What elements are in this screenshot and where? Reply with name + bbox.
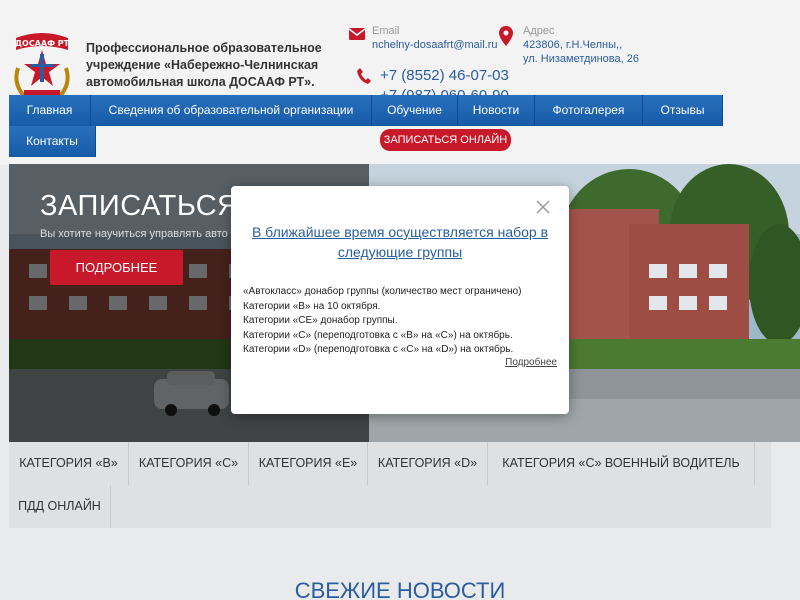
address-line-1: 423806, г.Н.Челны,, <box>523 39 623 51</box>
nav-item-home[interactable]: Главная <box>9 95 91 126</box>
envelope-icon <box>348 27 366 40</box>
popup-line: «Автокласс» донабор группы (количество м… <box>243 286 522 297</box>
signup-online-button[interactable]: ЗАПИСАТЬСЯ ОНЛАЙН <box>380 129 511 151</box>
category-menu: КАТЕГОРИЯ «B» КАТЕГОРИЯ «C» КАТЕГОРИЯ «E… <box>9 442 771 528</box>
popup-line: Категории «D» (переподготовка с «С» на «… <box>243 344 514 355</box>
email-label: Email <box>372 25 400 37</box>
nav-item-contacts[interactable]: Контакты <box>9 126 96 157</box>
nav-item-info[interactable]: Сведения об образовательной организации <box>91 95 372 126</box>
hero-subtitle: Вы хотите научиться управлять авто <box>40 228 228 240</box>
phone-number-1[interactable]: +7 (8552) 46-07-03 <box>380 67 509 84</box>
category-d-link[interactable]: КАТЕГОРИЯ «D» <box>368 442 488 485</box>
popup-line: Категории «СЕ» донабор группы. <box>243 315 398 326</box>
address-label: Адрес <box>523 25 555 37</box>
popup-line: Категории «В» на 10 октября. <box>243 300 381 312</box>
hero-more-button[interactable]: ПОДРОБНЕЕ <box>50 250 183 285</box>
popup-more-link[interactable]: Подробнее <box>505 357 557 368</box>
popup-body: «Автокласс» донабор группы (количество м… <box>243 285 563 358</box>
category-c-link[interactable]: КАТЕГОРИЯ «C» <box>129 442 249 485</box>
popup-line: Категории «С» (переподготовка с «В» на «… <box>243 329 513 341</box>
popup-title[interactable]: В ближайшее время осуществляется набор в… <box>247 222 553 262</box>
email-link[interactable]: nchelny-dosaafrt@mail.ru <box>372 39 498 51</box>
category-e-link[interactable]: КАТЕГОРИЯ «E» <box>249 442 368 485</box>
nav-item-gallery[interactable]: Фотогалерея <box>535 95 643 126</box>
close-icon[interactable] <box>536 200 550 214</box>
category-military-driver-link[interactable]: КАТЕГОРИЯ «С» ВОЕННЫЙ ВОДИТЕЛЬ <box>488 442 755 485</box>
address-line-2: ул. Низаметдинова, 26 <box>523 53 639 65</box>
enrollment-popup: В ближайшее время осуществляется набор в… <box>231 186 569 414</box>
svg-text:ДОСААФ РТ: ДОСААФ РТ <box>15 39 70 48</box>
category-b-link[interactable]: КАТЕГОРИЯ «B» <box>9 442 129 485</box>
nav-item-reviews[interactable]: Отзывы <box>643 95 723 126</box>
school-name: Профессиональное образовательное учрежде… <box>86 41 322 89</box>
nav-item-news[interactable]: Новости <box>458 95 535 126</box>
nav-item-training[interactable]: Обучение <box>372 95 458 126</box>
traffic-rules-online-link[interactable]: ПДД ОНЛАЙН <box>9 485 111 528</box>
phone-icon <box>357 68 371 84</box>
map-pin-icon <box>499 26 513 46</box>
news-section-title: СВЕЖИЕ НОВОСТИ <box>294 578 506 600</box>
